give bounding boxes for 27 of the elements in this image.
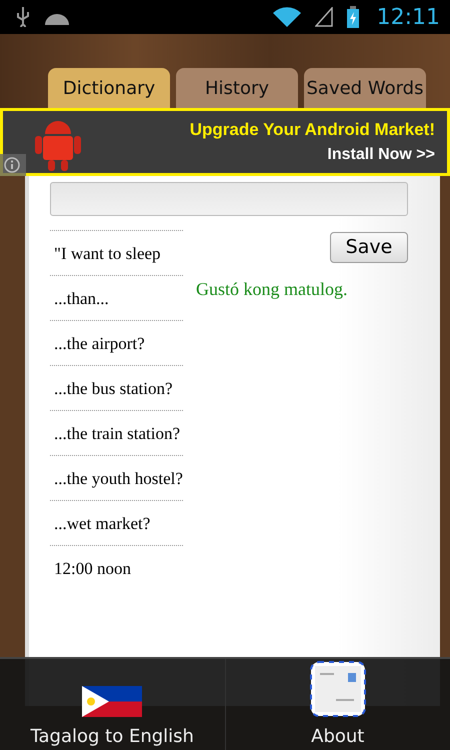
tab[interactable]: History — [176, 68, 298, 108]
battery-icon — [346, 6, 359, 28]
menu-item[interactable]: Tagalog to English — [0, 659, 224, 750]
info-icon[interactable] — [0, 154, 26, 176]
translation-text: Gustó kong matulog. — [196, 278, 348, 301]
save-button[interactable]: Save — [330, 232, 408, 263]
usb-icon — [16, 7, 30, 27]
search-field[interactable] — [50, 182, 408, 216]
phrase-item[interactable]: ...the train station? — [50, 410, 183, 455]
phrase-item[interactable]: "I want to sleep — [50, 230, 183, 275]
ad-banner[interactable]: Upgrade Your Android Market! Install Now >> — [0, 108, 450, 176]
phrase-item[interactable]: ...the airport? — [50, 320, 183, 365]
tab[interactable]: Dictionary — [48, 68, 170, 108]
signal-icon — [314, 7, 333, 27]
ad-headline: Upgrade Your Android Market! — [190, 119, 435, 142]
envelope-icon — [310, 661, 366, 717]
wifi-icon — [272, 7, 301, 27]
phrase-item[interactable]: 12:00 noon — [50, 545, 183, 590]
flag-icon — [82, 686, 142, 717]
phrase-item[interactable]: ...the youth hostel? — [50, 455, 183, 500]
tab[interactable]: Saved Words — [304, 68, 426, 108]
phrase-item[interactable]: ...than... — [50, 275, 183, 320]
ad-action: Install Now >> — [327, 144, 435, 165]
clock-time: 12:11 — [376, 4, 440, 32]
phrase-item[interactable]: ...wet market? — [50, 500, 183, 545]
phrase-item[interactable]: ...the bus station? — [50, 365, 183, 410]
menu-item[interactable]: About — [224, 659, 450, 750]
